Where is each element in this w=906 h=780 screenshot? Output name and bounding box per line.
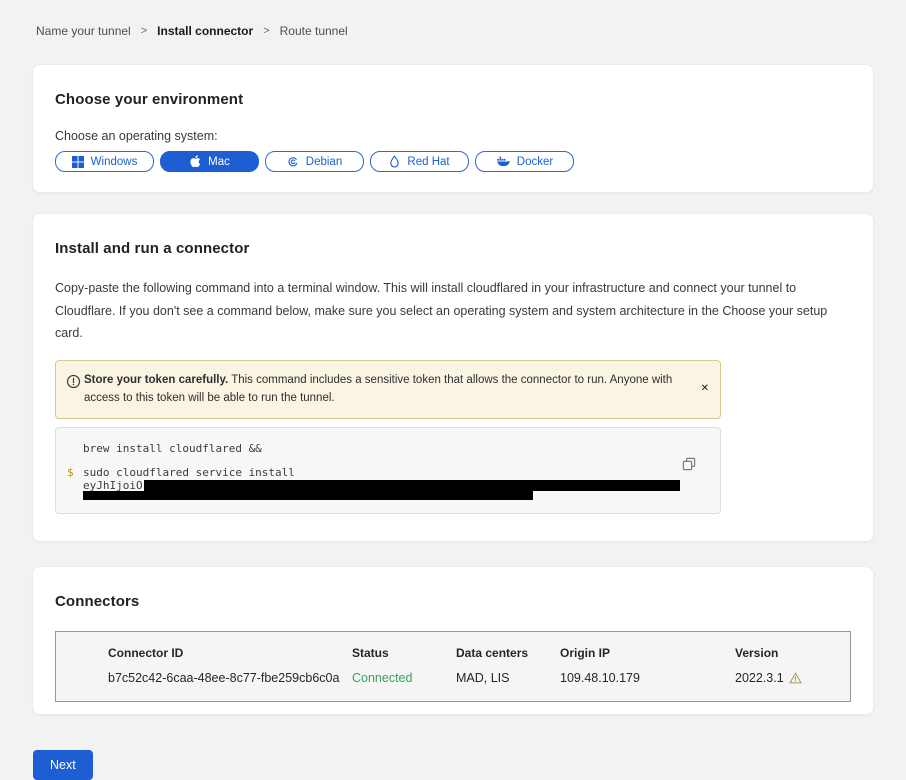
environment-card-title: Choose your environment (55, 91, 851, 108)
breadcrumb-step-install-connector[interactable]: Install connector (157, 24, 253, 38)
connector-id-value: b7c52c42-6caa-48ee-8c77-fbe259cb6c0a (108, 671, 352, 685)
origin-ip-value: 109.48.10.179 (560, 671, 735, 685)
redacted-token-bar (144, 480, 680, 491)
debian-icon (287, 156, 299, 168)
header-origin-ip: Origin IP (560, 646, 735, 660)
redacted-token-bar (83, 491, 533, 500)
os-button-label: Docker (517, 156, 553, 168)
connectors-table-header: Connector ID Status Data centers Origin … (108, 646, 850, 660)
apple-icon (189, 155, 201, 168)
token-warning-banner: Store your token carefully. This command… (55, 360, 721, 420)
os-button-mac[interactable]: Mac (160, 151, 259, 172)
copy-icon[interactable] (682, 457, 696, 474)
header-data-centers: Data centers (456, 646, 560, 660)
code-line-brew: brew install cloudflared && (83, 442, 680, 455)
install-card-title: Install and run a connector (55, 240, 851, 257)
breadcrumb-separator: > (141, 25, 147, 37)
connectors-table: Connector ID Status Data centers Origin … (55, 631, 851, 702)
os-button-label: Debian (306, 156, 342, 168)
os-button-docker[interactable]: Docker (475, 151, 574, 172)
breadcrumb-step-name-tunnel[interactable]: Name your tunnel (36, 24, 131, 38)
breadcrumb-separator: > (263, 25, 269, 37)
header-version: Version (735, 646, 850, 660)
install-connector-card: Install and run a connector Copy-paste t… (32, 213, 874, 542)
os-button-label: Mac (208, 156, 230, 168)
info-circle-icon (66, 374, 81, 396)
table-row: b7c52c42-6caa-48ee-8c77-fbe259cb6c0a Con… (108, 671, 850, 685)
data-centers-value: MAD, LIS (456, 671, 560, 685)
connectors-card: Connectors Connector ID Status Data cent… (32, 566, 874, 715)
code-line-command: sudo cloudflared service install (83, 466, 680, 479)
connectors-card-title: Connectors (55, 593, 851, 610)
header-connector-id: Connector ID (108, 646, 352, 660)
version-value: 2022.3.1 (735, 671, 784, 685)
install-command-codeblock: brew install cloudflared && $ sudo cloud… (55, 427, 721, 514)
os-button-label: Red Hat (407, 156, 449, 168)
os-select-label: Choose an operating system: (55, 129, 851, 143)
windows-icon (72, 156, 84, 168)
os-button-redhat[interactable]: Red Hat (370, 151, 469, 172)
next-button[interactable]: Next (33, 750, 93, 780)
install-description: Copy-paste the following command into a … (55, 277, 851, 345)
os-button-debian[interactable]: Debian (265, 151, 364, 172)
close-icon[interactable]: ✕ (701, 384, 709, 394)
header-status: Status (352, 646, 456, 660)
warning-triangle-icon (789, 672, 802, 684)
choose-environment-card: Choose your environment Choose an operat… (32, 64, 874, 193)
token-prefix: eyJhIjoiO (83, 479, 143, 492)
shell-prompt: $ (67, 466, 74, 479)
os-button-group: Windows Mac Debian Red Hat Docker (55, 151, 851, 172)
status-badge: Connected (352, 671, 456, 685)
breadcrumb: Name your tunnel > Install connector > R… (0, 0, 906, 38)
docker-icon (496, 156, 510, 167)
redhat-icon (389, 155, 400, 168)
alert-title: Store your token carefully. (84, 374, 228, 386)
breadcrumb-step-route-tunnel[interactable]: Route tunnel (280, 24, 348, 38)
os-button-label: Windows (91, 156, 138, 168)
footer: Next (33, 750, 906, 780)
os-button-windows[interactable]: Windows (55, 151, 154, 172)
